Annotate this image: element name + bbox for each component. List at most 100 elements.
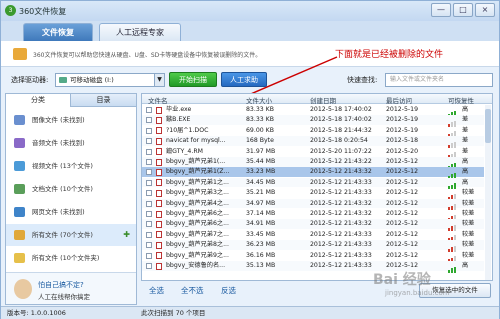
table-row[interactable]: bbgvy_葫芦兄弟6之... 37.14 MB 2012-5-12 21:43:3… (142, 209, 484, 221)
cell-size: 31.97 MB (246, 147, 276, 155)
row-checkbox[interactable] (146, 138, 152, 145)
row-checkbox[interactable] (146, 211, 152, 217)
table-row[interactable]: bbgvy_葫芦兄弟3之... 35.21 MB 2012-5-12 21:43:3… (142, 188, 484, 200)
avatar (14, 279, 32, 299)
row-checkbox[interactable] (146, 231, 152, 238)
close-button[interactable]: × (475, 3, 495, 17)
table-row[interactable]: bbgvy_安德鲁的名... 35.13 MB 2012-5-12 21:43:33… (142, 261, 484, 273)
table-row[interactable]: bbgvy_葫芦兄弟1之... 34.45 MB 2012-5-12 21:43:3… (142, 177, 484, 190)
search-label: 快速查找: (347, 76, 378, 84)
row-checkbox[interactable] (146, 117, 152, 124)
version-text: 版本号: 1.0.0.1006 (7, 309, 66, 317)
table-row[interactable]: bbgvy_葫芦兄弟8之... 36.23 MB 2012-5-12 21:43:3… (142, 240, 484, 252)
start-scan-button[interactable]: 开始扫描 (169, 72, 217, 87)
cell-name: bbgvy_葫芦兄弟7之... (166, 230, 229, 238)
table-row[interactable]: 鑹GTY_4.RM 31.97 MB 2012-5-20 11:07:22 2012-… (142, 147, 484, 159)
signal-icon (448, 190, 458, 200)
select-all-link[interactable]: 全选 (149, 285, 164, 296)
cell-size: 35.21 MB (246, 189, 276, 197)
cell-created: 2012-5-18 17:40:02 (310, 116, 372, 124)
cell-size: 35.44 MB (246, 158, 276, 165)
signal-icon (448, 138, 458, 148)
sidebar-item-all-folders[interactable]: 所有文件 (10个文件夹) (6, 247, 136, 269)
row-checkbox[interactable] (146, 127, 152, 134)
table-row[interactable]: bbgvy_葫芦兄弟6之... 34.91 MB 2012-5-12 21:43:3… (142, 219, 484, 231)
sidebar-item-label: 视频文件 (13个文件) (32, 162, 93, 170)
table-row[interactable]: bbgvy_葫芦兄弟9之... 36.16 MB 2012-5-12 21:43:3… (142, 251, 484, 263)
watermark: Bai 经验 (373, 272, 431, 288)
table-row[interactable]: ?10届^1.DOC 69.00 KB 2012-5-18 21:44:32 2012… (142, 126, 484, 138)
image-icon (14, 115, 25, 125)
maximize-button[interactable]: □ (453, 3, 473, 17)
search-input[interactable]: 输入文件或文件夹名 (385, 73, 493, 87)
all-files-icon (14, 230, 25, 240)
table-row[interactable]: bbgvy_葫芦兄弟1(Z... 33.23 MB 2012-5-12 21:43:… (142, 167, 484, 179)
row-checkbox[interactable] (146, 263, 152, 269)
table-row[interactable]: bbgvy_葫芦兄弟7之... 33.45 MB 2012-5-12 21:43:3… (142, 230, 484, 242)
sidebar-item-documents[interactable]: 文档文件 (10个文件) (6, 178, 136, 200)
cell-created: 2012-5-12 21:43:33 (310, 178, 372, 186)
scrollbar[interactable] (485, 105, 491, 280)
cell-recoverability: 较差 (462, 199, 475, 207)
web-icon (14, 207, 25, 217)
cell-size: 34.97 MB (246, 199, 276, 207)
watermark-url: jingyan.baidu.com (385, 289, 450, 297)
sidebar-item-web[interactable]: 网页文件 (未找到) (6, 201, 136, 223)
cell-recoverability: 差 (462, 137, 469, 145)
row-checkbox[interactable] (146, 159, 152, 165)
row-checkbox[interactable] (146, 107, 152, 113)
deleted-file-icon (156, 179, 162, 187)
tab-directory[interactable]: 目录 (71, 94, 136, 107)
hard-drive-icon (13, 48, 27, 60)
table-row[interactable]: bbgvy_葫芦兄弟4之... 34.97 MB 2012-5-12 21:43:3… (142, 198, 484, 211)
header-name[interactable]: 文件名 (148, 95, 168, 105)
row-checkbox[interactable] (146, 190, 152, 197)
row-checkbox[interactable] (146, 252, 152, 259)
signal-icon (448, 232, 458, 242)
sidebar-item-audio[interactable]: 音频文件 (未找到) (6, 132, 136, 154)
cell-recoverability: 较差 (462, 241, 475, 249)
table-row[interactable]: 毕业.exe 83.33 KB 2012-5-18 17:40:02 2012-5-1… (142, 105, 484, 117)
row-checkbox[interactable] (146, 179, 152, 186)
invert-selection-link[interactable]: 反选 (221, 285, 236, 296)
drive-value: 可移动磁盘 (I:) (70, 76, 114, 84)
signal-icon (448, 221, 458, 231)
minimize-button[interactable]: — (431, 3, 451, 17)
sidebar-item-label: 文档文件 (10个文件) (32, 185, 93, 193)
cell-size: 35.13 MB (246, 262, 276, 269)
help-link[interactable]: 人工在线帮你搞定 (38, 291, 90, 301)
header-size[interactable]: 文件大小 (246, 95, 272, 105)
manual-help-button[interactable]: 人工求助 (221, 72, 267, 87)
cell-size: 36.23 MB (246, 241, 276, 249)
row-checkbox[interactable] (146, 221, 152, 228)
select-none-link[interactable]: 全不选 (181, 285, 204, 296)
toolbar: 选择驱动器: 可移动磁盘 (I:) ▼ 开始扫描 人工求助 快速查找: 输入文件… (1, 71, 499, 89)
header-accessed[interactable]: 最后访问 (386, 95, 412, 105)
tab-category[interactable]: 分类 (6, 94, 71, 107)
expand-icon[interactable]: ✚ (123, 224, 130, 246)
header-recoverability[interactable]: 可恢复性 (448, 95, 474, 105)
row-checkbox[interactable] (146, 200, 152, 207)
deleted-file-icon (156, 200, 162, 208)
row-checkbox[interactable] (146, 169, 152, 176)
cell-accessed: 2012-5-12 (386, 241, 419, 249)
tab-remote-expert[interactable]: 人工远程专家 (99, 23, 181, 41)
signal-icon (448, 263, 458, 273)
cell-created: 2012-5-12 21:43:32 (310, 220, 372, 228)
annotation-text: 下面就是已经被删除的文件 (335, 50, 444, 60)
header-created[interactable]: 创建日期 (310, 95, 336, 105)
table-row[interactable]: navicat for mysql... 168 Byte 2012-5-18 0:… (142, 136, 484, 148)
row-checkbox[interactable] (146, 242, 152, 249)
sidebar-item-video[interactable]: 视频文件 (13个文件) (6, 155, 136, 177)
table-row[interactable]: bbgvy_葫芦兄弟1(... 35.44 MB 2012-5-12 21:43:2… (142, 157, 484, 169)
cell-created: 2012-5-12 21:43:22 (310, 158, 372, 165)
sidebar-item-images[interactable]: 图像文件 (未找到) (6, 109, 136, 131)
cell-created: 2012-5-12 21:43:32 (310, 168, 372, 176)
drive-select[interactable]: 可移动磁盘 (I:) ▼ (55, 73, 165, 87)
cell-name: bbgvy_安德鲁的名... (166, 262, 226, 269)
table-row[interactable]: 鏃В.EXE 83.33 KB 2012-5-18 17:40:02 2012-5-1… (142, 115, 484, 127)
row-checkbox[interactable] (146, 148, 152, 155)
scrollbar-thumb[interactable] (485, 109, 491, 143)
sidebar-item-all-files[interactable]: 所有文件 (70个文件) ✚ (6, 224, 136, 246)
tab-file-recovery[interactable]: 文件恢复 (23, 23, 93, 41)
